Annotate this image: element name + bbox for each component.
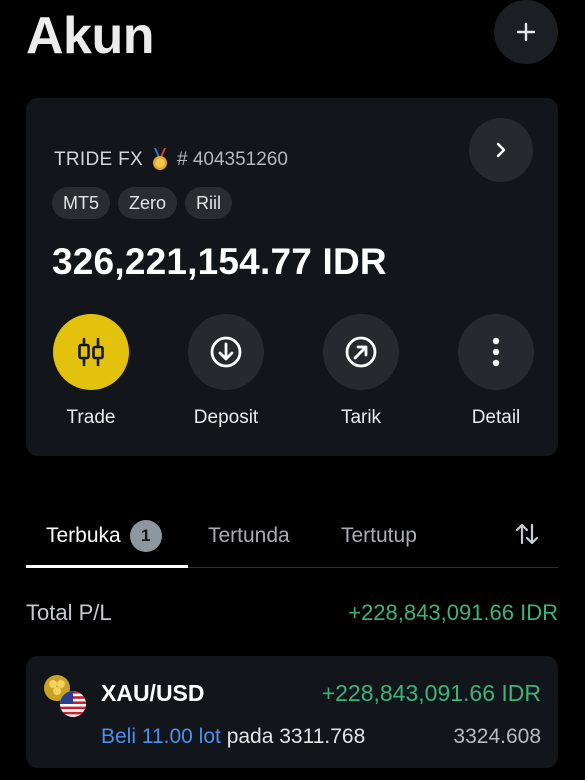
sort-arrows-icon[interactable] bbox=[514, 522, 540, 551]
withdraw-button[interactable] bbox=[323, 314, 399, 390]
position-open-price: pada 3311.768 bbox=[226, 725, 366, 748]
account-name: TRIDE FX bbox=[54, 149, 143, 170]
account-header: TRIDE FX # 404351260 bbox=[54, 148, 288, 172]
open-count-badge: 1 bbox=[129, 520, 162, 552]
trade-button[interactable] bbox=[53, 314, 129, 390]
orders-tabs: Terbuka 1 Tertunda Tertutup bbox=[26, 510, 558, 568]
account-card: TRIDE FX # 404351260 MT5 Zero Riil 326,2… bbox=[26, 98, 558, 456]
withdraw-label: Tarik bbox=[340, 407, 382, 428]
position-side: Beli 11.00 lot bbox=[101, 725, 221, 748]
tab-pending-label: Tertunda bbox=[208, 524, 290, 547]
total-pl-value: +228,843,091.66 IDR bbox=[348, 600, 558, 625]
deposit-label: Deposit bbox=[193, 407, 259, 428]
tab-closed-label: Tertutup bbox=[341, 524, 417, 547]
deposit-action[interactable]: Deposit bbox=[186, 314, 266, 429]
trade-label: Trade bbox=[66, 407, 116, 428]
position-detail: Beli 11.00 lot pada 3311.768 bbox=[101, 725, 365, 749]
active-tab-indicator bbox=[26, 565, 188, 568]
position-current-price: 3324.608 bbox=[453, 725, 541, 748]
page-title: Akun bbox=[26, 7, 155, 65]
platform-tag: MT5 bbox=[52, 187, 110, 219]
position-row[interactable]: XAU/USD +228,843,091.66 IDR Beli 11.00 l… bbox=[26, 656, 558, 768]
tab-closed[interactable]: Tertutup bbox=[341, 518, 417, 554]
chevron-right-icon bbox=[496, 142, 506, 158]
account-screen: Akun TRIDE FX # 404351260 MT5 Zero Riil … bbox=[0, 0, 585, 780]
total-pl-row: Total P/L +228,843,091.66 IDR bbox=[26, 600, 558, 626]
account-balance: 326,221,154.77 IDR bbox=[52, 241, 387, 282]
tab-pending[interactable]: Tertunda bbox=[208, 518, 290, 554]
deposit-button[interactable] bbox=[188, 314, 264, 390]
detail-action[interactable]: Detail bbox=[456, 314, 536, 429]
tab-open-label: Terbuka bbox=[46, 524, 121, 547]
account-number: # 404351260 bbox=[176, 149, 288, 170]
add-account-button[interactable] bbox=[494, 0, 558, 64]
plus-icon bbox=[516, 22, 536, 42]
position-symbol: XAU/USD bbox=[101, 680, 205, 706]
account-mode-tag: Riil bbox=[185, 187, 233, 219]
candlestick-icon bbox=[78, 337, 104, 367]
account-tags: MT5 Zero Riil bbox=[52, 187, 233, 219]
detail-button[interactable] bbox=[458, 314, 534, 390]
account-type-tag: Zero bbox=[118, 187, 178, 219]
total-pl-label: Total P/L bbox=[26, 600, 112, 625]
position-pl: +228,843,091.66 IDR bbox=[321, 680, 541, 706]
more-vertical-icon bbox=[492, 337, 500, 367]
gold-usd-flag-icon bbox=[43, 674, 89, 718]
detail-label: Detail bbox=[471, 407, 521, 428]
trade-action[interactable]: Trade bbox=[51, 314, 131, 429]
arrow-down-circle-icon bbox=[210, 336, 242, 368]
medal-icon bbox=[151, 148, 169, 172]
account-details-button[interactable] bbox=[469, 118, 533, 182]
tab-open[interactable]: Terbuka 1 bbox=[46, 518, 162, 554]
arrow-up-right-circle-icon bbox=[345, 336, 377, 368]
withdraw-action[interactable]: Tarik bbox=[321, 314, 401, 429]
